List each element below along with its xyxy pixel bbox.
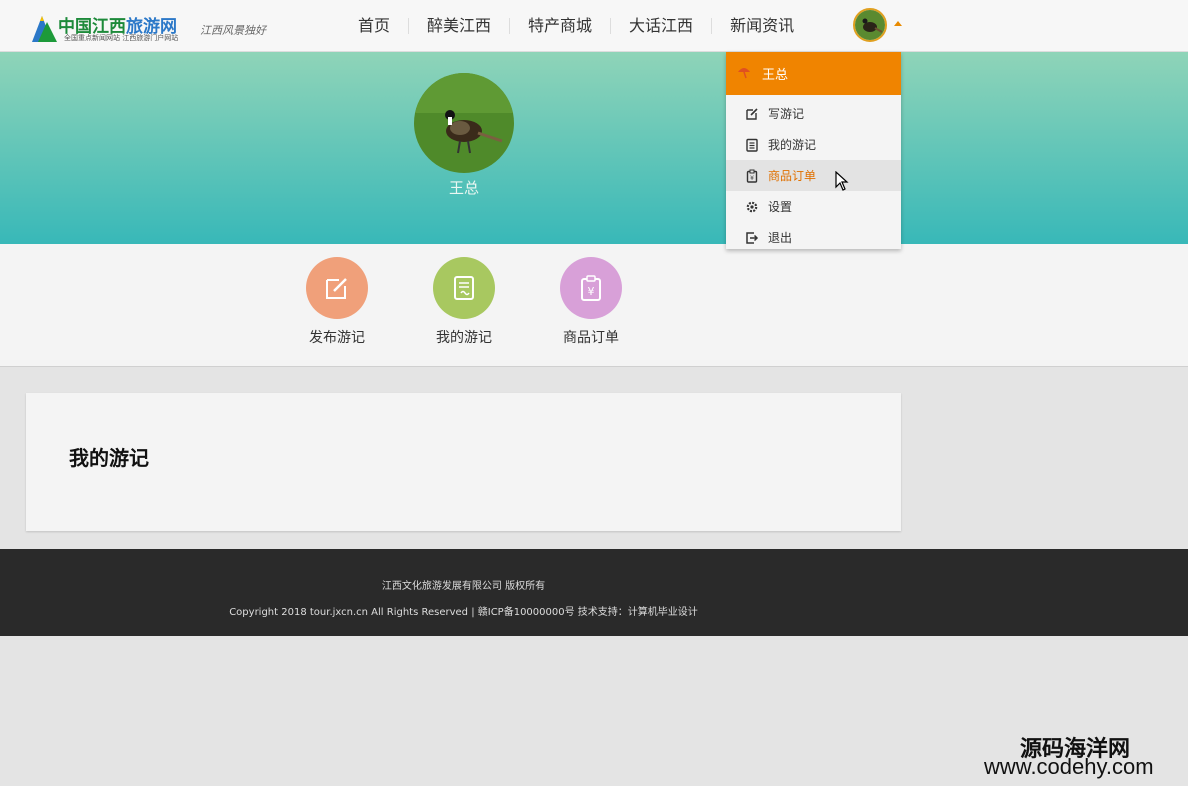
site-logo[interactable]: 中国江西旅游网 全国重点新闻网站 江西旅游门户网站 江西风景独好 bbox=[30, 10, 280, 46]
profile-avatar bbox=[414, 73, 514, 173]
order-clipboard-icon: ¥ bbox=[744, 168, 760, 184]
dropdown-username: 王总 bbox=[762, 68, 789, 83]
menu-item-label: 我的游记 bbox=[768, 138, 817, 152]
watermark-url: www.codehy.com bbox=[984, 754, 1154, 779]
menu-item-write-travelogue[interactable]: 写游记 bbox=[726, 98, 901, 129]
action-product-orders[interactable]: ¥ 商品订单 bbox=[541, 257, 641, 347]
action-label: 我的游记 bbox=[436, 330, 492, 346]
edit-icon bbox=[744, 106, 760, 122]
nav-specialty-mall[interactable]: 特产商城 bbox=[510, 18, 612, 34]
action-label: 发布游记 bbox=[309, 330, 365, 346]
menu-item-my-travelogues[interactable]: 我的游记 bbox=[726, 129, 901, 160]
menu-item-label: 商品订单 bbox=[768, 169, 817, 183]
site-footer: 江西文化旅游发展有限公司 版权所有 Copyright 2018 tour.jx… bbox=[0, 549, 1188, 636]
svg-text:¥: ¥ bbox=[750, 175, 754, 182]
order-clipboard-icon: ¥ bbox=[560, 257, 622, 319]
main-nav: 首页 醉美江西 特产商城 大话江西 新闻资讯 bbox=[340, 0, 812, 52]
pheasant-avatar-icon bbox=[855, 10, 885, 40]
menu-item-label: 写游记 bbox=[768, 107, 805, 121]
nav-news[interactable]: 新闻资讯 bbox=[712, 18, 812, 34]
nav-talk-jiangxi[interactable]: 大话江西 bbox=[611, 18, 713, 34]
dropdown-header: 王总 bbox=[726, 52, 901, 95]
pheasant-photo-icon bbox=[414, 73, 514, 173]
umbrella-icon bbox=[736, 64, 752, 84]
action-my-travelogues[interactable]: 我的游记 bbox=[414, 257, 514, 347]
notes-icon bbox=[433, 257, 495, 319]
profile-username: 王总 bbox=[448, 179, 479, 197]
content-card: 我的游记 bbox=[26, 393, 901, 531]
menu-item-logout[interactable]: 退出 bbox=[726, 222, 901, 253]
logo-subtitle: 全国重点新闻网站 江西旅游门户网站 bbox=[64, 34, 179, 42]
edit-icon bbox=[306, 257, 368, 319]
mountain-logo-icon bbox=[32, 16, 57, 42]
profile-banner: 王总 bbox=[0, 52, 1188, 244]
nav-beautiful-jiangxi[interactable]: 醉美江西 bbox=[409, 18, 511, 34]
card-title: 我的游记 bbox=[69, 446, 149, 470]
mouse-cursor-icon bbox=[835, 171, 849, 191]
gear-icon bbox=[744, 199, 760, 215]
menu-item-label: 设置 bbox=[768, 200, 793, 214]
footer-company: 江西文化旅游发展有限公司 版权所有 bbox=[381, 581, 546, 592]
logo-slogan: 江西风景独好 bbox=[200, 24, 266, 37]
top-header: 中国江西旅游网 全国重点新闻网站 江西旅游门户网站 江西风景独好 首页 醉美江西… bbox=[0, 0, 1188, 52]
logout-icon bbox=[744, 230, 760, 246]
list-icon bbox=[744, 137, 760, 153]
quick-actions: 发布游记 我的游记 ¥ 商品订单 bbox=[0, 244, 1188, 367]
nav-home[interactable]: 首页 bbox=[340, 18, 410, 34]
action-label: 商品订单 bbox=[563, 330, 619, 346]
svg-text:¥: ¥ bbox=[588, 285, 595, 298]
menu-item-settings[interactable]: 设置 bbox=[726, 191, 901, 222]
caret-up-icon[interactable] bbox=[894, 21, 902, 26]
footer-copyright: Copyright 2018 tour.jxcn.cn All Rights R… bbox=[229, 607, 698, 618]
menu-item-product-orders[interactable]: ¥ 商品订单 bbox=[726, 160, 901, 191]
action-publish-travelogue[interactable]: 发布游记 bbox=[287, 257, 387, 347]
user-avatar-button[interactable] bbox=[853, 8, 887, 42]
user-dropdown-menu: 王总 写游记 我的游记 ¥ 商品订单 设置 退出 bbox=[726, 52, 901, 249]
menu-item-label: 退出 bbox=[768, 231, 793, 245]
